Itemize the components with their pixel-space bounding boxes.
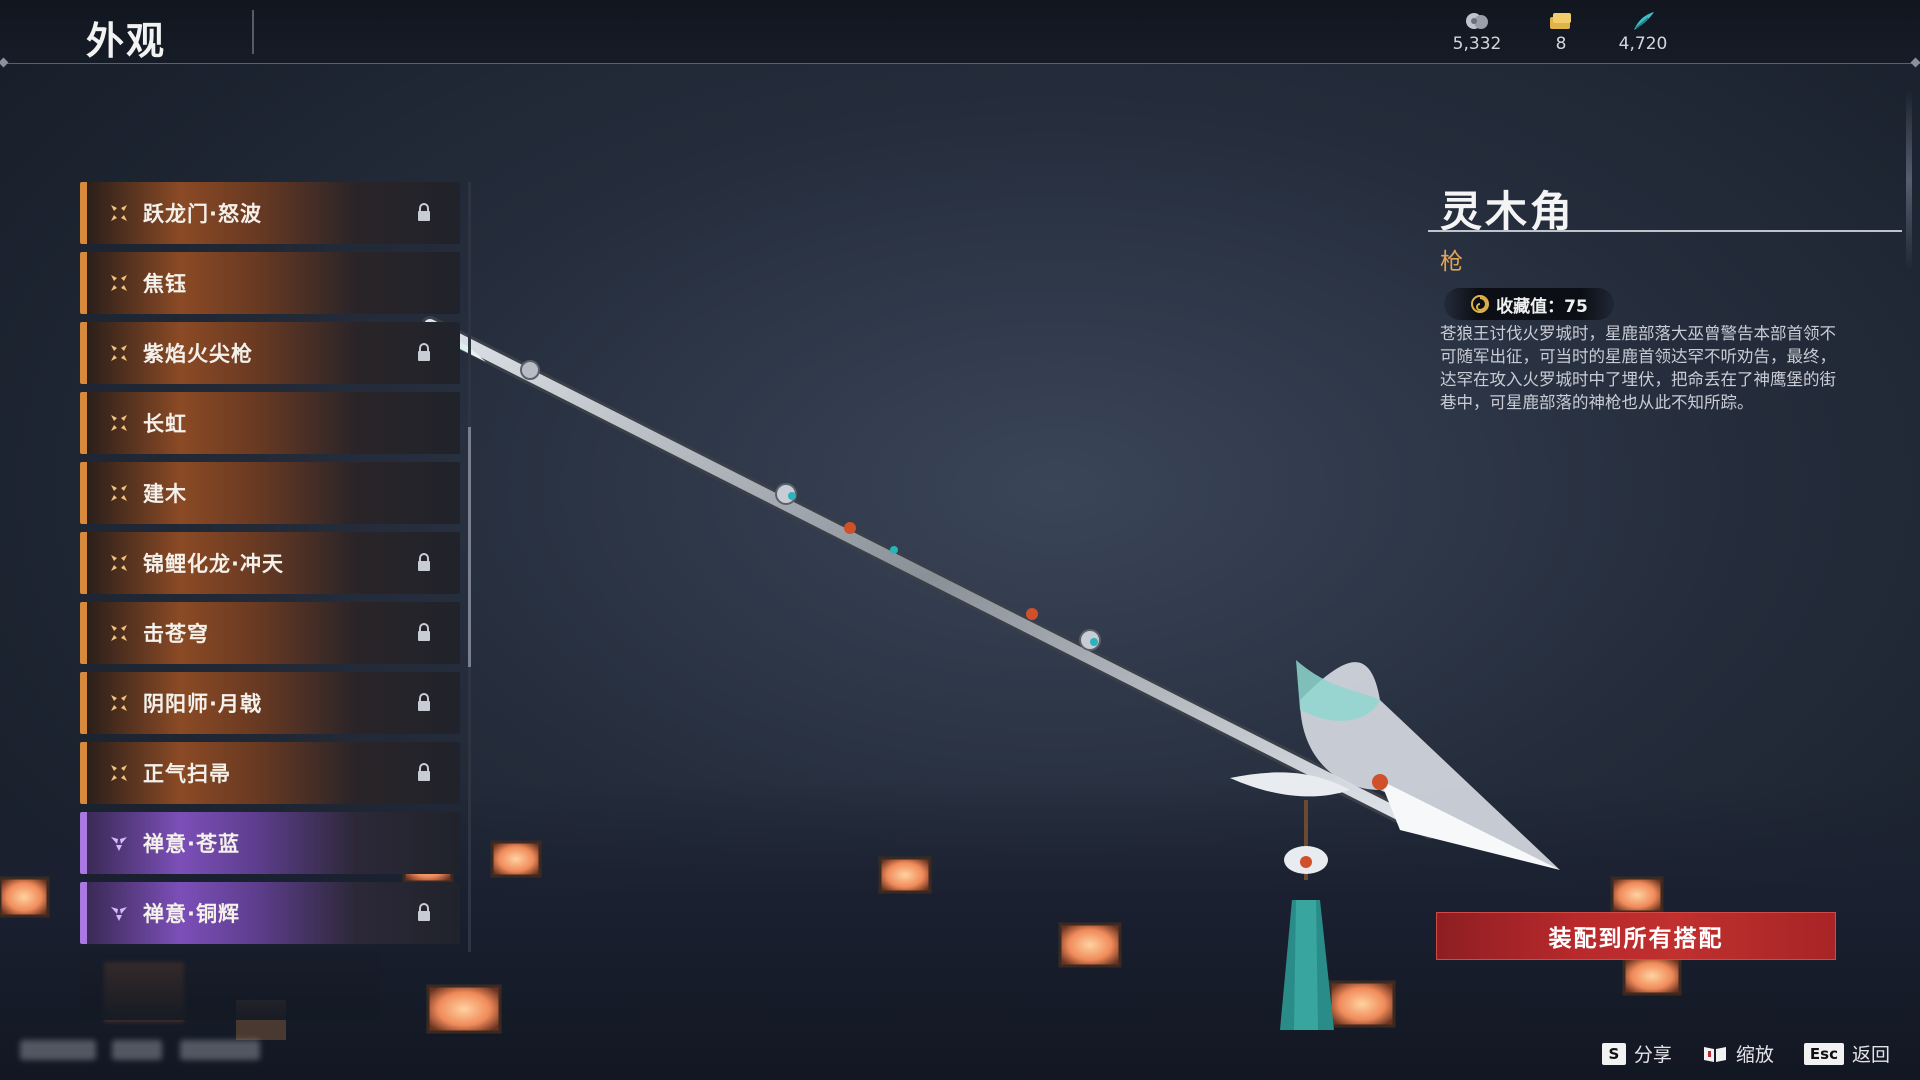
list-item[interactable]: 焦钰 — [80, 252, 460, 314]
key-s: S — [1601, 1042, 1626, 1065]
list-item-label: 长虹 — [143, 412, 187, 436]
list-item-label: 建木 — [143, 482, 187, 506]
lock-icon — [416, 762, 432, 782]
gold-rarity-icon — [107, 481, 131, 505]
top-bar: 外观 5,332 8 4,720 — [0, 0, 1920, 68]
back-hint[interactable]: Esc 返回 — [1803, 1040, 1890, 1067]
back-label: 返回 — [1851, 1044, 1890, 1066]
right-edge-glow — [1906, 90, 1912, 270]
list-item[interactable]: 跃龙门·怒波 — [80, 182, 460, 244]
list-item[interactable]: 阴阳师·月戟 — [80, 672, 460, 734]
currency-ticket: 8 — [1516, 10, 1606, 54]
key-esc: Esc — [1803, 1042, 1844, 1065]
list-item[interactable]: 长虹 — [80, 392, 460, 454]
control-hints: S 分享 缩放 Esc 返回 — [1601, 1040, 1890, 1067]
list-item-label: 锦鲤化龙·冲天 — [143, 552, 284, 576]
name-underline — [1428, 230, 1902, 232]
gold-rarity-icon — [107, 621, 131, 645]
detail-panel: 灵木角 枪 收藏值：75 苍狼王讨伐火罗城时，星鹿部落大巫曾警告本部首领不可随军… — [1428, 178, 1904, 412]
collection-badge: 收藏值：75 — [1444, 288, 1614, 320]
gold-rarity-icon — [107, 411, 131, 435]
list-item[interactable]: 禅意·铜辉 — [80, 882, 460, 944]
zoom-hint[interactable]: 缩放 — [1702, 1040, 1774, 1067]
item-type: 枪 — [1440, 249, 1463, 275]
list-item[interactable]: 建木 — [80, 462, 460, 524]
list-fade-overlay — [80, 950, 380, 1020]
list-scrollbar-thumb[interactable] — [468, 427, 471, 667]
currency-feather-value: 4,720 — [1618, 34, 1668, 54]
collection-value: 收藏值：75 — [1496, 296, 1588, 317]
lock-icon — [416, 622, 432, 642]
purple-rarity-icon — [107, 901, 131, 925]
equip-all-button[interactable]: 装配到所有搭配 — [1436, 912, 1836, 960]
book-zoom-icon — [1703, 1046, 1726, 1062]
collection-swirl-icon — [1471, 295, 1490, 313]
list-item-label: 禅意·苍蓝 — [143, 832, 240, 856]
skin-list[interactable]: 跃龙门·怒波 焦钰 紫焰火尖枪 长虹 建木 锦鲤化龙·冲天 击苍穹 阴阳师·月戟… — [80, 182, 460, 952]
lock-icon — [416, 902, 432, 922]
gold-rarity-icon — [107, 341, 131, 365]
lock-icon — [416, 552, 432, 572]
gold-rarity-icon — [107, 761, 131, 785]
lock-icon — [416, 202, 432, 222]
gold-rarity-icon — [107, 691, 131, 715]
title-divider — [252, 10, 254, 54]
purple-rarity-icon — [107, 831, 131, 855]
list-item[interactable]: 锦鲤化龙·冲天 — [80, 532, 460, 594]
share-hint[interactable]: S 分享 — [1601, 1040, 1672, 1067]
list-item[interactable]: 紫焰火尖枪 — [80, 322, 460, 384]
list-item-label: 击苍穹 — [143, 622, 209, 646]
list-item-label: 禅意·铜辉 — [143, 902, 240, 926]
silver-coin-icon — [1432, 10, 1522, 32]
feather-token-icon — [1598, 10, 1688, 32]
list-item-label: 紫焰火尖枪 — [143, 342, 253, 366]
list-scrollbar[interactable] — [468, 182, 471, 952]
item-description: 苍狼王讨伐火罗城时，星鹿部落大巫曾警告本部首领不可随军出征，可当时的星鹿首领达罕… — [1440, 324, 1836, 412]
list-item-label: 焦钰 — [143, 272, 187, 296]
list-item-label: 阴阳师·月戟 — [143, 692, 262, 716]
list-item[interactable]: 正气扫帚 — [80, 742, 460, 804]
currency-feather: 4,720 — [1598, 10, 1688, 54]
page-title: 外观 — [86, 19, 167, 63]
list-item[interactable]: 禅意·苍蓝 — [80, 812, 460, 874]
zoom-label: 缩放 — [1735, 1044, 1774, 1066]
lock-icon — [416, 342, 432, 362]
list-item[interactable]: 击苍穹 — [80, 602, 460, 664]
gold-rarity-icon — [107, 551, 131, 575]
currency-ticket-value: 8 — [1555, 34, 1567, 54]
currency-silver: 5,332 — [1432, 10, 1522, 54]
list-item-label: 跃龙门·怒波 — [143, 202, 262, 226]
share-label: 分享 — [1633, 1044, 1672, 1066]
lock-icon — [416, 692, 432, 712]
gold-rarity-icon — [107, 271, 131, 295]
gold-ticket-icon — [1516, 10, 1606, 32]
gold-rarity-icon — [107, 201, 131, 225]
list-item-label: 正气扫帚 — [143, 762, 231, 786]
currency-silver-value: 5,332 — [1452, 34, 1502, 54]
